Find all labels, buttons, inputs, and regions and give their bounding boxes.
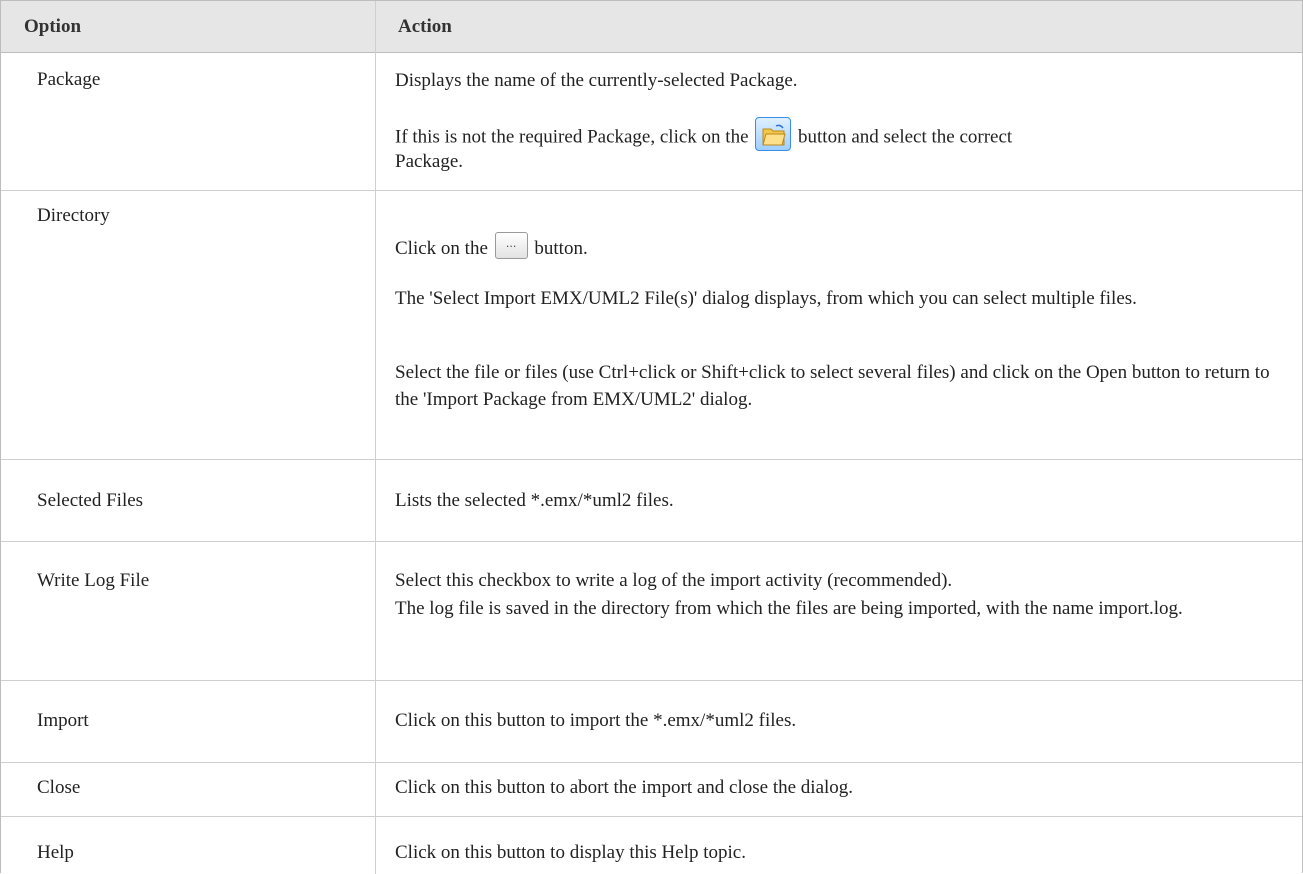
action-write-log-line2: The log file is saved in the directory f…: [395, 598, 1183, 619]
action-directory-line2: The 'Select Import EMX/UML2 File(s)' dia…: [395, 288, 1137, 309]
action-write-log-line1: Select this checkbox to write a log of t…: [395, 570, 953, 591]
options-table: Option Action Package Displays the name …: [0, 0, 1303, 874]
option-write-log-file: Write Log File: [37, 570, 150, 591]
action-help: Click on this button to display this Hel…: [395, 842, 746, 863]
action-package-line3: Package.: [395, 151, 464, 172]
option-package: Package: [37, 69, 101, 90]
option-directory: Directory: [37, 205, 110, 226]
action-directory-line1: Click on the ... button.: [395, 232, 1285, 263]
option-selected-files: Selected Files: [37, 490, 144, 511]
row-divider: [1, 680, 1302, 681]
row-divider: [1, 459, 1302, 460]
row-divider: [1, 816, 1302, 817]
browse-directory-button[interactable]: ...: [494, 232, 528, 260]
column-divider: [375, 1, 376, 874]
action-package-line1: Displays the name of the currently-selec…: [395, 70, 798, 91]
action-close: Click on this button to abort the import…: [395, 777, 854, 798]
header-option: Option: [24, 16, 82, 37]
option-close: Close: [37, 777, 81, 798]
table-header: Option Action: [1, 1, 1302, 53]
header-action: Action: [398, 16, 452, 37]
row-divider: [1, 762, 1302, 763]
action-directory-line3: Select the file or files (use Ctrl+click…: [395, 362, 1270, 410]
folder-open-icon: [762, 124, 786, 146]
option-help: Help: [37, 842, 74, 863]
option-import: Import: [37, 710, 89, 731]
action-selected-files: Lists the selected *.emx/*uml2 files.: [395, 490, 674, 511]
row-divider: [1, 541, 1302, 542]
ellipsis-icon: ...: [505, 237, 517, 251]
select-package-button[interactable]: [755, 117, 792, 151]
action-import: Click on this button to import the *.emx…: [395, 710, 797, 731]
row-divider: [1, 190, 1302, 191]
